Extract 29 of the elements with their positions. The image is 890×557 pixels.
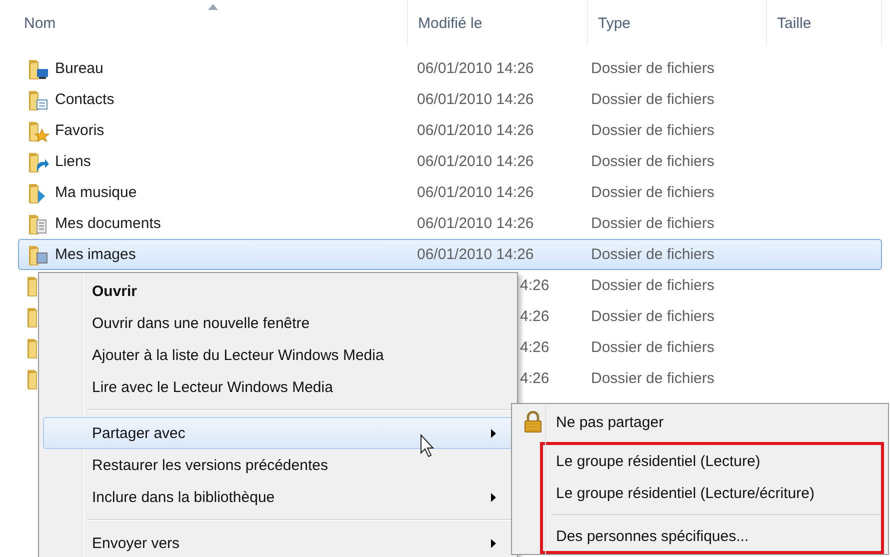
- file-name: Mes images: [55, 246, 136, 263]
- file-type: Dossier de fichiers: [591, 153, 714, 170]
- file-name: Liens: [55, 153, 91, 170]
- modified-date: 06/01/2010 14:26: [417, 153, 534, 170]
- file-type: Dossier de fichiers: [591, 91, 714, 108]
- modified-date: 06/01/2010 14:26: [417, 91, 534, 108]
- modified-date: 06/01/2010 14:26: [417, 60, 534, 77]
- modified-date: 4:26: [519, 370, 550, 387]
- modified-date: 06/01/2010 14:26: [417, 246, 534, 263]
- file-name: Ma musique: [55, 184, 137, 201]
- modified-date: 06/01/2010 14:26: [417, 184, 534, 201]
- file-name: Mes documents: [55, 215, 161, 232]
- file-name: Bureau: [55, 60, 104, 77]
- modified-date: 06/01/2010 14:26: [417, 122, 534, 139]
- file-type: Dossier de fichiers: [591, 370, 714, 387]
- file-type: Dossier de fichiers: [591, 339, 714, 356]
- file-type: Dossier de fichiers: [591, 60, 714, 77]
- modified-date: 06/01/2010 14:26: [417, 215, 534, 232]
- modified-date: 4:26: [519, 277, 550, 294]
- file-type: Dossier de fichiers: [591, 277, 714, 294]
- file-type: Dossier de fichiers: [591, 122, 714, 139]
- modified-date: 4:26: [519, 308, 550, 325]
- file-name: Contacts: [55, 91, 114, 108]
- file-type: Dossier de fichiers: [591, 184, 714, 201]
- file-type: Dossier de fichiers: [591, 215, 714, 232]
- file-name: Favoris: [55, 122, 104, 139]
- file-type: Dossier de fichiers: [591, 246, 714, 263]
- modified-date: 4:26: [519, 339, 550, 356]
- file-type: Dossier de fichiers: [591, 308, 714, 325]
